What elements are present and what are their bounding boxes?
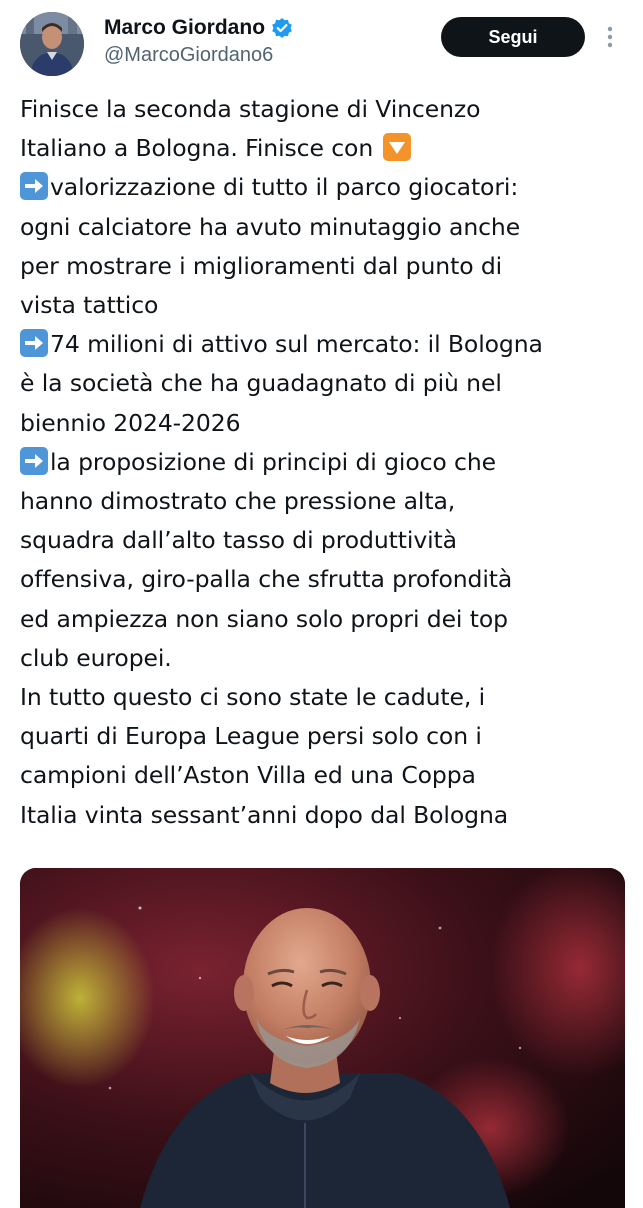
tweet-line-text: hanno dimostrato che pressione alta, — [20, 487, 456, 516]
tweet-line-text: ogni calciatore ha avuto minutaggio anch… — [20, 212, 521, 241]
author-name-row: Marco Giordano — [104, 14, 293, 42]
down-arrow-emoji-icon — [382, 133, 411, 162]
right-arrow-emoji-icon — [20, 172, 48, 201]
more-vertical-icon[interactable] — [600, 22, 620, 52]
author-avatar[interactable] — [20, 12, 84, 76]
photo-of-smiling-coach-icon — [20, 868, 625, 1208]
tweet-line: Finisce la seconda stagione di Vincenzo — [20, 90, 630, 129]
tweet-line: ed ampiezza non siano solo propri dei to… — [20, 600, 630, 639]
tweet-line: quarti di Europa League persi solo con i — [20, 717, 630, 756]
tweet-line-text: la proposizione di principi di gioco che — [50, 447, 497, 476]
tweet-line: vista tattico — [20, 286, 630, 325]
tweet-line: la proposizione di principi di gioco che — [20, 443, 630, 482]
tweet-line: Italia vinta sessant’anni dopo dal Bolog… — [20, 796, 630, 835]
tweet-line: hanno dimostrato che pressione alta, — [20, 482, 630, 521]
tweet-body: Finisce la seconda stagione di Vincenzo … — [20, 90, 630, 835]
author-display-name[interactable]: Marco Giordano — [104, 16, 265, 40]
tweet-line-text: vista tattico — [20, 291, 159, 320]
tweet-line-text: biennio 2024-2026 — [20, 408, 241, 437]
tweet-line-text: In tutto questo ci sono state le cadute,… — [20, 683, 486, 712]
tweet-line: biennio 2024-2026 — [20, 404, 630, 443]
tweet-line: club europei. — [20, 639, 630, 678]
tweet-line-text: quarti di Europa League persi solo con i — [20, 722, 482, 751]
tweet-line: 74 milioni di attivo sul mercato: il Bol… — [20, 325, 630, 364]
tweet-line: squadra dall’alto tasso di produttività — [20, 521, 630, 560]
tweet-line-text: Finisce la seconda stagione di Vincenzo — [20, 95, 481, 123]
author-handle[interactable]: @MarcoGiordano6 — [104, 44, 273, 67]
tweet-line: In tutto questo ci sono state le cadute,… — [20, 678, 630, 717]
right-arrow-emoji-icon — [20, 329, 48, 358]
tweet-line: campioni dell’Aston Villa ed una Coppa — [20, 756, 630, 795]
tweet-line-text: per mostrare i miglioramenti dal punto d… — [20, 251, 503, 280]
profile-photo-icon — [20, 12, 84, 76]
tweet-line-text: club europei. — [20, 643, 172, 672]
tweet-line-text: campioni dell’Aston Villa ed una Coppa — [20, 761, 476, 790]
tweet-line-text: 74 milioni di attivo sul mercato: il Bol… — [50, 330, 543, 359]
tweet-line-text: Italia vinta sessant’anni dopo dal Bolog… — [20, 800, 509, 829]
tweet-line-text: offensiva, giro-palla che sfrutta profon… — [20, 565, 513, 594]
right-arrow-emoji-icon — [20, 446, 48, 475]
tweet-line: ogni calciatore ha avuto minutaggio anch… — [20, 208, 630, 247]
verified-badge-icon — [271, 17, 293, 39]
tweet-line-text: squadra dall’alto tasso di produttività — [20, 526, 457, 555]
tweet-line: Italiano a Bologna. Finisce con — [20, 129, 630, 168]
tweet-line: offensiva, giro-palla che sfrutta profon… — [20, 560, 630, 599]
tweet-line: per mostrare i miglioramenti dal punto d… — [20, 247, 630, 286]
follow-button[interactable]: Segui — [441, 17, 585, 57]
tweet-line-text: è la società che ha guadagnato di più ne… — [20, 369, 502, 398]
tweet-media-photo[interactable] — [20, 868, 625, 1208]
tweet-line-text: Italiano a Bologna. Finisce con — [20, 134, 374, 163]
tweet-line: è la società che ha guadagnato di più ne… — [20, 364, 630, 403]
tweet-line: valorizzazione di tutto il parco giocato… — [20, 168, 630, 207]
tweet-line-text: ed ampiezza non siano solo propri dei to… — [20, 604, 508, 633]
tweet-header: Marco Giordano @MarcoGiordano6 Segui — [0, 0, 643, 80]
tweet-line-text: valorizzazione di tutto il parco giocato… — [50, 173, 519, 202]
